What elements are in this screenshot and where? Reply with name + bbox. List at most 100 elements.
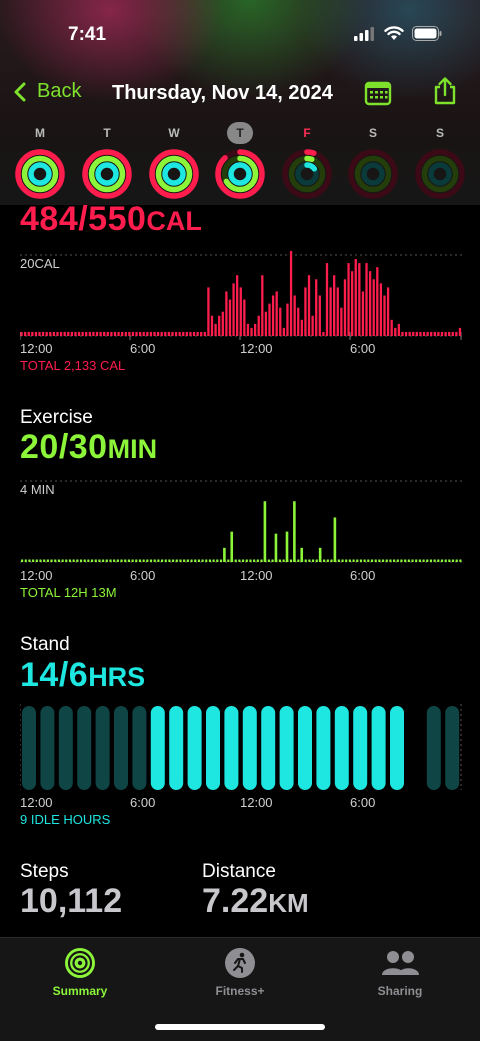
day-rings-0[interactable] [14,148,66,200]
wifi-icon [384,26,404,40]
back-button[interactable]: Back [12,80,81,103]
move-tick-0: 12:00 [20,341,53,356]
status-icons [354,26,442,41]
move-bar [268,303,271,336]
exercise-bar [459,559,462,562]
move-bar [156,331,160,336]
exercise-bar [440,559,444,562]
stand-hour-bar [426,706,441,790]
exercise-bar [102,559,105,562]
exercise-bar [197,559,200,562]
day-rings-5[interactable] [347,148,399,200]
exercise-bar [333,517,337,562]
exercise-bar [278,559,282,562]
exercise-bar [385,559,388,562]
move-bar [351,271,354,336]
calendar-icon [364,81,392,106]
exercise-bar [179,559,182,562]
move-bar [31,331,34,336]
exercise-bar [138,559,142,562]
exercise-bar [260,559,263,562]
day-rings-1[interactable] [81,148,133,200]
move-bar [63,331,66,336]
exercise-bar [120,559,123,562]
day-rings-3[interactable] [214,148,266,200]
exercise-bar [282,559,285,562]
day-rings-2[interactable] [148,148,200,200]
move-bar [228,299,232,336]
exercise-bar [190,559,193,562]
move-bar [164,331,167,336]
exercise-tick-1: 6:00 [130,568,156,583]
day-letter-5: S [368,126,377,140]
move-bar [343,279,347,336]
day-letter-3: T [227,122,253,144]
move-bar [333,275,336,336]
tab-sharing[interactable]: Sharing [340,946,460,998]
share-button[interactable] [432,76,458,111]
move-bar [200,331,203,336]
stand-ring [95,162,119,186]
stand-hour-bar [40,706,55,790]
tab-fitness-plus[interactable]: Fitness+ [180,946,300,998]
exercise-bar [164,559,167,562]
exercise-value-number: 20/30 [20,428,108,466]
move-bar [347,263,350,336]
exercise-bar [323,559,326,562]
exercise-bar [448,559,451,562]
move-bar [49,331,52,336]
stand-hour-bar [298,706,312,790]
stand-hour-bar [334,706,349,790]
day-rings-4[interactable] [281,148,333,200]
stand-hour-bar [261,706,276,790]
exercise-bar [28,559,31,562]
move-bar [27,331,30,336]
move-bar [146,331,149,336]
day-rings-6[interactable] [414,148,466,200]
stand-hour-bar [206,706,220,790]
move-bar [394,327,397,336]
tab-summary[interactable]: Summary [20,946,140,998]
move-bar [70,331,74,336]
chevron-left-icon [14,82,26,101]
stand-ring-track [428,162,452,186]
exercise-bar [345,559,348,562]
exercise-bar [113,559,116,562]
exercise-bar [175,559,178,562]
exercise-bar [404,559,407,562]
stand-hour-bar [95,706,110,790]
move-bar [95,331,99,336]
exercise-value-unit: MIN [107,434,158,464]
move-bar [271,295,275,336]
move-bar [41,331,45,336]
day-letter-4: F [303,126,311,140]
stand-value-unit: HRS [88,662,146,692]
move-bar [142,331,145,336]
exercise-bar [374,559,377,562]
exercise-bar [285,531,289,562]
move-bar [81,331,84,336]
calendar-button[interactable] [364,80,392,111]
stand-value-number: 14/6 [20,656,89,694]
exercise-bar [422,559,425,562]
exercise-bar [253,559,256,562]
move-bar [113,331,117,336]
exercise-bar [153,559,156,562]
exercise-bar [274,533,278,562]
stand-hour-bar [242,706,257,790]
stand-hour-bar [353,706,368,790]
move-bar [128,331,131,336]
move-bar [218,315,221,336]
exercise-bar [50,559,53,562]
exercise-bar [57,559,61,562]
move-bar [207,287,210,336]
move-bar [38,331,41,336]
move-bar [264,311,268,336]
move-bar [433,331,436,336]
exercise-bar [124,559,127,562]
stand-hour-bar [132,706,147,790]
exercise-bar [127,559,130,562]
exercise-bar [433,559,436,562]
exercise-bar [39,559,42,562]
move-bar [368,271,372,336]
